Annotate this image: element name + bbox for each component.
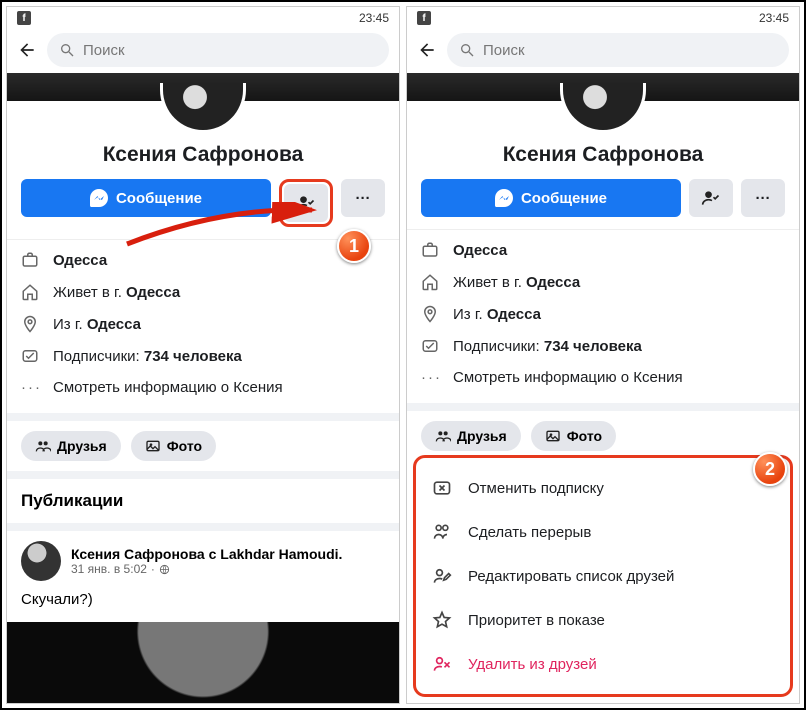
info-about[interactable]: ··· Смотреть информацию о Ксения (21, 372, 385, 403)
friend-status-button[interactable] (689, 179, 733, 217)
sheet-snooze[interactable]: Сделать перерыв (426, 510, 780, 554)
unfriend-icon (432, 654, 454, 674)
status-time: 23:45 (359, 11, 389, 25)
more-icon: ··· (356, 190, 371, 207)
callout-1: 1 (337, 229, 371, 263)
unfollow-icon (432, 478, 454, 498)
home-icon (21, 283, 41, 301)
photos-icon (145, 438, 161, 454)
messenger-icon (90, 189, 108, 207)
search-icon (59, 42, 75, 58)
post-header: Ксения Сафронова с Lakhdar Hamoudi. 31 я… (21, 541, 385, 581)
profile-avatar[interactable] (160, 83, 246, 133)
chip-photos[interactable]: Фото (131, 431, 216, 461)
top-bar: Поиск (407, 27, 799, 73)
friend-check-icon (701, 188, 721, 208)
status-time: 23:45 (759, 11, 789, 25)
public-icon (159, 564, 170, 575)
phone-left: f 23:45 Поиск Ксения Сафронова Сообщение (6, 6, 400, 704)
facebook-glyph-icon: f (417, 11, 431, 25)
profile-avatar[interactable] (560, 83, 646, 133)
followers-icon (21, 347, 41, 365)
callout-2: 2 (753, 452, 787, 486)
info-lives[interactable]: Живет в г. Одесса (21, 276, 385, 308)
search-input[interactable]: Поиск (447, 33, 789, 67)
facebook-glyph-icon: f (17, 11, 31, 25)
chip-photos[interactable]: Фото (531, 421, 616, 451)
search-icon (459, 42, 475, 58)
location-icon (421, 305, 441, 323)
friends-icon (435, 428, 451, 444)
top-bar: Поиск (7, 27, 399, 73)
profile-chips: Друзья Фото (7, 413, 399, 479)
info-about[interactable]: ··· Смотреть информацию о Ксения (421, 362, 785, 393)
more-button[interactable]: ··· (341, 179, 385, 217)
profile-info: Одесса Живет в г. Одесса Из г. Одесса По… (7, 239, 399, 413)
post-avatar[interactable] (21, 541, 61, 581)
sheet-unfriend[interactable]: Удалить из друзей (426, 642, 780, 686)
sheet-priority[interactable]: Приоритет в показе (426, 598, 780, 642)
status-bar: f 23:45 (7, 7, 399, 27)
profile-name: Ксения Сафронова (7, 143, 399, 167)
info-followers[interactable]: Подписчики: 734 человека (21, 340, 385, 372)
more-icon: ··· (756, 190, 771, 207)
status-bar: f 23:45 (407, 7, 799, 27)
profile-name: Ксения Сафронова (407, 143, 799, 167)
info-from[interactable]: Из г. Одесса (21, 308, 385, 340)
post-author-line: Ксения Сафронова с Lakhdar Hamoudi. (71, 546, 342, 562)
location-icon (21, 315, 41, 333)
post-item[interactable]: Ксения Сафронова с Lakhdar Hamoudi. 31 я… (7, 531, 399, 622)
chip-friends[interactable]: Друзья (421, 421, 521, 451)
photos-icon (545, 428, 561, 444)
star-icon (432, 610, 454, 630)
search-placeholder: Поиск (83, 42, 125, 59)
home-icon (421, 273, 441, 291)
arrow-annotation (122, 202, 322, 252)
sheet-edit-friend-list[interactable]: Редактировать список друзей (426, 554, 780, 598)
post-image[interactable] (7, 622, 399, 704)
friend-options-sheet: Отменить подписку Сделать перерыв Редакт… (413, 455, 793, 697)
more-icon: ··· (421, 369, 441, 386)
posts-heading: Публикации (21, 491, 385, 511)
profile-info: Одесса Живет в г. Одесса Из г. Одесса По… (407, 229, 799, 403)
more-button[interactable]: ··· (741, 179, 785, 217)
briefcase-icon (421, 241, 441, 259)
search-input[interactable]: Поиск (47, 33, 389, 67)
posts-heading-block: Публикации (7, 479, 399, 531)
message-button[interactable]: Сообщение (421, 179, 681, 217)
info-from[interactable]: Из г. Одесса (421, 298, 785, 330)
info-lives[interactable]: Живет в г. Одесса (421, 266, 785, 298)
action-row: Сообщение ··· (407, 179, 799, 229)
post-meta: 31 янв. в 5:02 · (71, 562, 342, 576)
followers-icon (421, 337, 441, 355)
chip-friends[interactable]: Друзья (21, 431, 121, 461)
post-text: Скучали?) (21, 581, 385, 618)
back-button[interactable] (417, 40, 437, 60)
info-work[interactable]: Одесса (421, 234, 785, 266)
info-followers[interactable]: Подписчики: 734 человека (421, 330, 785, 362)
message-label: Сообщение (521, 190, 607, 207)
back-button[interactable] (17, 40, 37, 60)
briefcase-icon (21, 251, 41, 269)
messenger-icon (495, 189, 513, 207)
more-icon: ··· (21, 379, 41, 396)
snooze-icon (432, 522, 454, 542)
profile-chips: Друзья Фото (407, 403, 799, 461)
phone-right: f 23:45 Поиск Ксения Сафронова Сообщение (406, 6, 800, 704)
sheet-unfollow[interactable]: Отменить подписку (426, 466, 780, 510)
edit-list-icon (432, 566, 454, 586)
friends-icon (35, 438, 51, 454)
search-placeholder: Поиск (483, 42, 525, 59)
